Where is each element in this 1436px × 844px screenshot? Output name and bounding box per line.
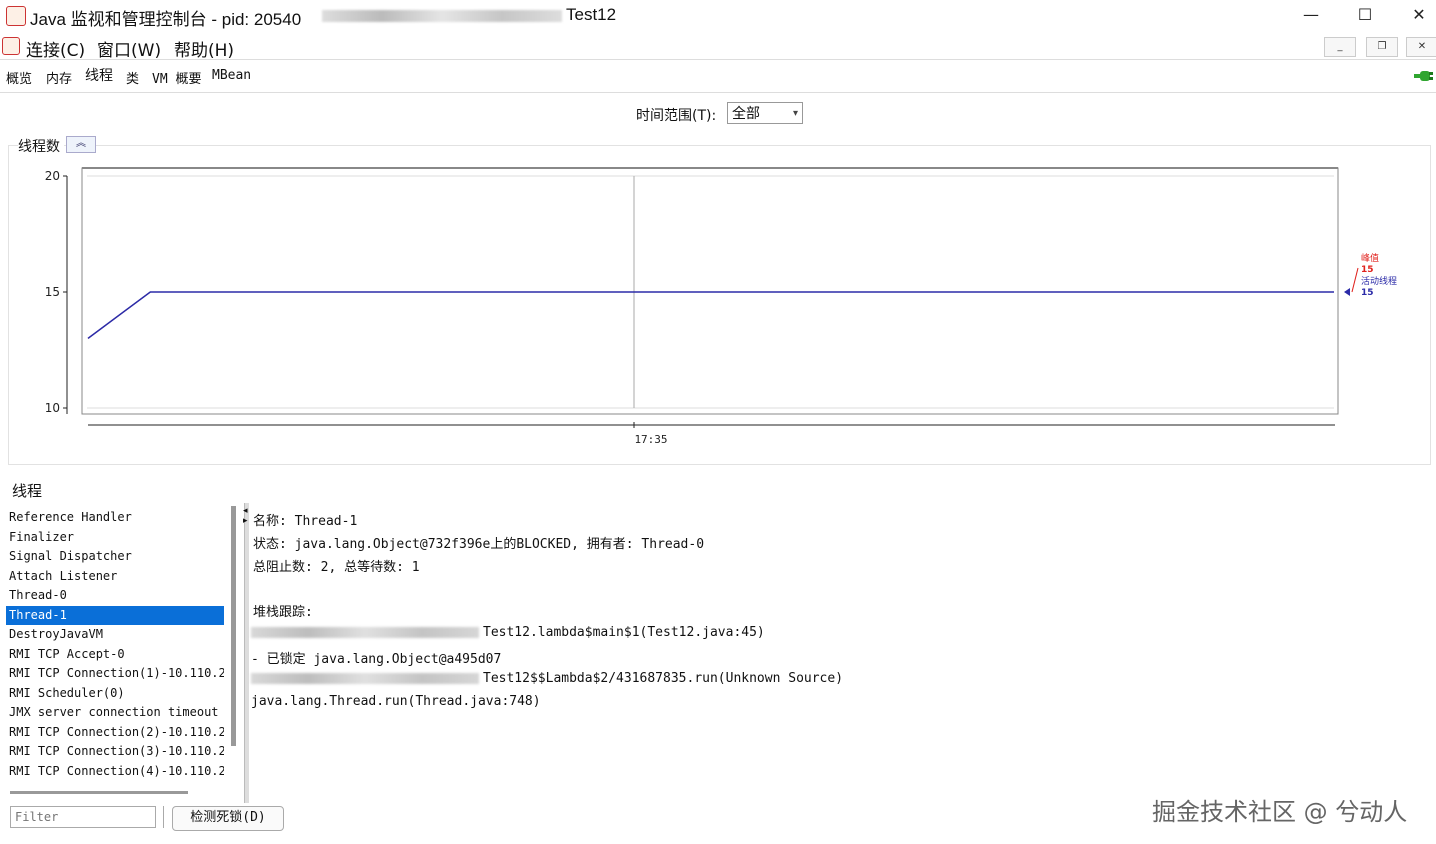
chart-legend: 峰值 15 活动线程 15 bbox=[1344, 252, 1397, 298]
stack-frame: Test12$$Lambda$2/431687835.run(Unknown S… bbox=[251, 671, 843, 686]
thread-state: 状态: java.lang.Object@732f396e上的BLOCKED, … bbox=[253, 537, 705, 552]
thread-list-item[interactable]: JMX server connection timeout 2 bbox=[6, 703, 224, 722]
stack-frame-text: Test12.lambda$main$1(Test12.java:45) bbox=[483, 625, 765, 640]
thread-list-item[interactable]: RMI TCP Connection(3)-10.110.2. bbox=[6, 742, 224, 761]
redacted-package bbox=[251, 627, 479, 638]
threads-section-title: 线程 bbox=[12, 482, 43, 500]
series-line-0 bbox=[87, 291, 1334, 339]
thread-list-item[interactable]: Signal Dispatcher bbox=[6, 547, 224, 566]
thread-count-chart: 20 15 10 17:35 峰值 15 活动线程 15 bbox=[45, 167, 1397, 446]
detect-deadlock-button[interactable]: 检测死锁(D) bbox=[172, 806, 284, 831]
plot-frame bbox=[81, 167, 1339, 415]
thread-list-item[interactable]: DestroyJavaVM bbox=[6, 625, 224, 644]
thread-filter-input[interactable] bbox=[10, 806, 156, 828]
split-left-arrow-icon[interactable]: ◂ bbox=[243, 506, 248, 516]
thread-list-item[interactable]: RMI TCP Accept-0 bbox=[6, 645, 224, 664]
x-tick-label: 17:35 bbox=[634, 433, 667, 446]
thread-list-item[interactable]: RMI TCP Connection(2)-10.110.2. bbox=[6, 723, 224, 742]
thread-list-item[interactable]: Attach Listener bbox=[6, 567, 224, 586]
thread-detail-pane: 名称: Thread-1 状态: java.lang.Object@732f39… bbox=[249, 504, 1431, 800]
thread-list-vertical-scrollbar[interactable] bbox=[231, 506, 236, 746]
y-tick-label: 20 bbox=[45, 169, 60, 183]
thread-name: 名称: Thread-1 bbox=[253, 514, 358, 529]
thread-list-item[interactable]: RMI Scheduler(0) bbox=[6, 684, 224, 703]
legend-live-value: 15 bbox=[1361, 288, 1374, 298]
thread-list-item[interactable]: RMI TCP Connection(4)-10.110.2. bbox=[6, 762, 224, 781]
thread-list-item[interactable]: Reference Handler bbox=[6, 508, 224, 527]
chart-frame bbox=[66, 167, 1339, 428]
stack-frame-text: java.lang.Thread.run(Thread.java:748) bbox=[251, 694, 541, 709]
chart-series bbox=[87, 291, 1334, 340]
y-ticks: 20 15 10 bbox=[45, 169, 67, 415]
legend-peak-value: 15 bbox=[1361, 265, 1374, 275]
thread-list-item[interactable]: RMI TCP Connection(1)-10.110.2. bbox=[6, 664, 224, 683]
thread-list[interactable]: Reference Handler Finalizer Signal Dispatc… bbox=[6, 506, 228, 784]
stack-frame-text: Test12$$Lambda$2/431687835.run(Unknown S… bbox=[483, 671, 844, 686]
thread-list-item[interactable]: Thread-0 bbox=[6, 586, 224, 605]
legend-peak-label: 峰值 bbox=[1361, 252, 1379, 264]
stack-frame-text: - 已锁定 java.lang.Object@a495d07 bbox=[251, 652, 502, 667]
stack-trace-title: 堆栈跟踪: bbox=[253, 605, 313, 620]
series-line-1 bbox=[87, 291, 1334, 340]
thread-counts: 总阻止数: 2, 总等待数: 1 bbox=[253, 560, 420, 575]
watermark: 掘金技术社区 @ 兮动人 bbox=[1152, 798, 1408, 826]
thread-list-horizontal-scrollbar[interactable] bbox=[10, 791, 188, 794]
redacted-package bbox=[251, 673, 479, 684]
stack-frame: java.lang.Thread.run(Thread.java:748) bbox=[251, 694, 541, 709]
stack-frame: - 已锁定 java.lang.Object@a495d07 bbox=[251, 648, 501, 667]
legend-live-label: 活动线程 bbox=[1361, 275, 1397, 287]
y-tick-label: 15 bbox=[45, 285, 60, 299]
stack-frame: Test12.lambda$main$1(Test12.java:45) bbox=[251, 625, 765, 640]
toolbar-divider bbox=[163, 806, 164, 828]
legend-pointer-icon bbox=[1344, 288, 1350, 296]
thread-list-item[interactable]: Thread-1 bbox=[6, 605, 224, 625]
split-right-arrow-icon[interactable]: ▸ bbox=[243, 516, 248, 526]
y-tick-label: 10 bbox=[45, 401, 60, 415]
thread-list-item[interactable]: Finalizer bbox=[6, 528, 224, 547]
legend-connector bbox=[1351, 267, 1359, 293]
